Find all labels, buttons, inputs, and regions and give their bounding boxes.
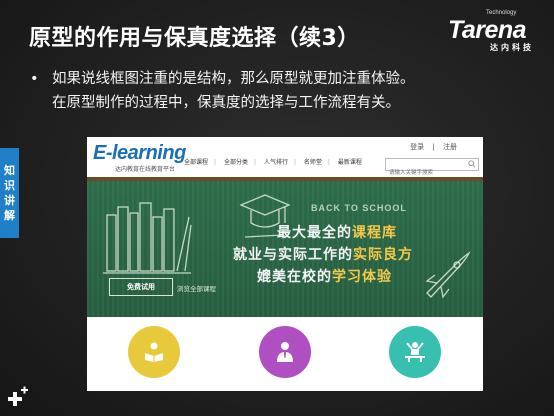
presentation-icon xyxy=(405,342,425,362)
teacher-icon xyxy=(277,342,293,362)
slogan-line-3: 媲美在校的学习体验 xyxy=(257,269,392,285)
slide: 原型的作用与保真度选择（续3） Technology Tarena 达内科技 •… xyxy=(0,0,554,416)
side-tab-char: 讲 xyxy=(4,194,15,207)
logo-brand-sub: 达内科技 xyxy=(490,43,534,52)
elearning-logo[interactable]: E-learning 达内教育在线教育平台 xyxy=(93,143,186,173)
free-trial-button[interactable]: 免费试用 xyxy=(109,278,173,296)
reading-icon xyxy=(145,342,163,362)
books-chalk-icon xyxy=(103,202,192,274)
feature-reading[interactable] xyxy=(128,326,180,378)
slogan-line-2: 就业与实际工作的实际良方 xyxy=(233,247,413,263)
elearning-logo-sub: 达内教育在线教育平台 xyxy=(115,166,176,173)
bullet-line-1: 如果说线框图注重的是结构，那么原型就更加注重体验。 xyxy=(52,71,415,87)
bullet-line-2: 在原型制作的过程中，保真度的选择与工作流程有关。 xyxy=(52,95,400,111)
elearning-logo-text: E-learning xyxy=(93,142,186,164)
side-tab-char: 知 xyxy=(4,164,15,177)
feature-teacher[interactable] xyxy=(259,326,311,378)
nav-item-all-courses[interactable]: 全部课程 xyxy=(184,159,208,166)
bullet-icon: • xyxy=(30,71,39,87)
side-tab-char: 识 xyxy=(4,179,15,192)
website-screenshot: E-learning 达内教育在线教育平台 登录 | 注册 全部课程 | 全部分类… xyxy=(87,137,483,391)
chalkboard-banner: BACK TO SCHOOL 最大最全的课程库 就业与实际工作的实际良方 媲美在… xyxy=(87,177,483,326)
browse-all-courses-link[interactable]: 浏览全部课程 xyxy=(177,283,216,293)
login-link[interactable]: 登录 xyxy=(410,143,424,151)
rocket-chalk-icon xyxy=(425,251,471,299)
slide-title: 原型的作用与保真度选择（续3） xyxy=(29,26,360,51)
search-icon[interactable] xyxy=(468,160,476,168)
feature-icons xyxy=(87,317,483,391)
logo-brand-name: Tarena xyxy=(448,16,527,44)
user-links: 登录 | 注册 xyxy=(404,142,457,152)
search-box xyxy=(385,158,479,179)
main-nav: 全部课程 | 全部分类 | 人气排行 | 名师堂 | 最新课程 xyxy=(184,159,362,166)
side-tab-char: 解 xyxy=(4,209,15,222)
nav-item-teachers[interactable]: 名师堂 xyxy=(304,159,322,166)
feature-presentation[interactable] xyxy=(389,326,441,378)
knowledge-tab: 知 识 讲 解 xyxy=(0,148,19,238)
register-link[interactable]: 注册 xyxy=(443,143,457,151)
back-to-school-text: BACK TO SCHOOL xyxy=(311,203,407,213)
link-divider: | xyxy=(432,143,435,151)
plus-decoration-icon xyxy=(8,386,28,406)
nav-item-ranking[interactable]: 人气排行 xyxy=(264,159,288,166)
nav-item-categories[interactable]: 全部分类 xyxy=(224,159,248,166)
website-header: E-learning 达内教育在线教育平台 登录 | 注册 全部课程 | 全部分类… xyxy=(87,137,483,179)
tarena-logo: Technology Tarena 达内科技 xyxy=(446,8,546,52)
nav-item-latest[interactable]: 最新课程 xyxy=(338,159,362,166)
slogan-line-1: 最大最全的课程库 xyxy=(277,225,397,241)
bullet-text: 如果说线框图注重的是结构，那么原型就更加注重体验。 在原型制作的过程中，保真度的… xyxy=(52,67,552,115)
